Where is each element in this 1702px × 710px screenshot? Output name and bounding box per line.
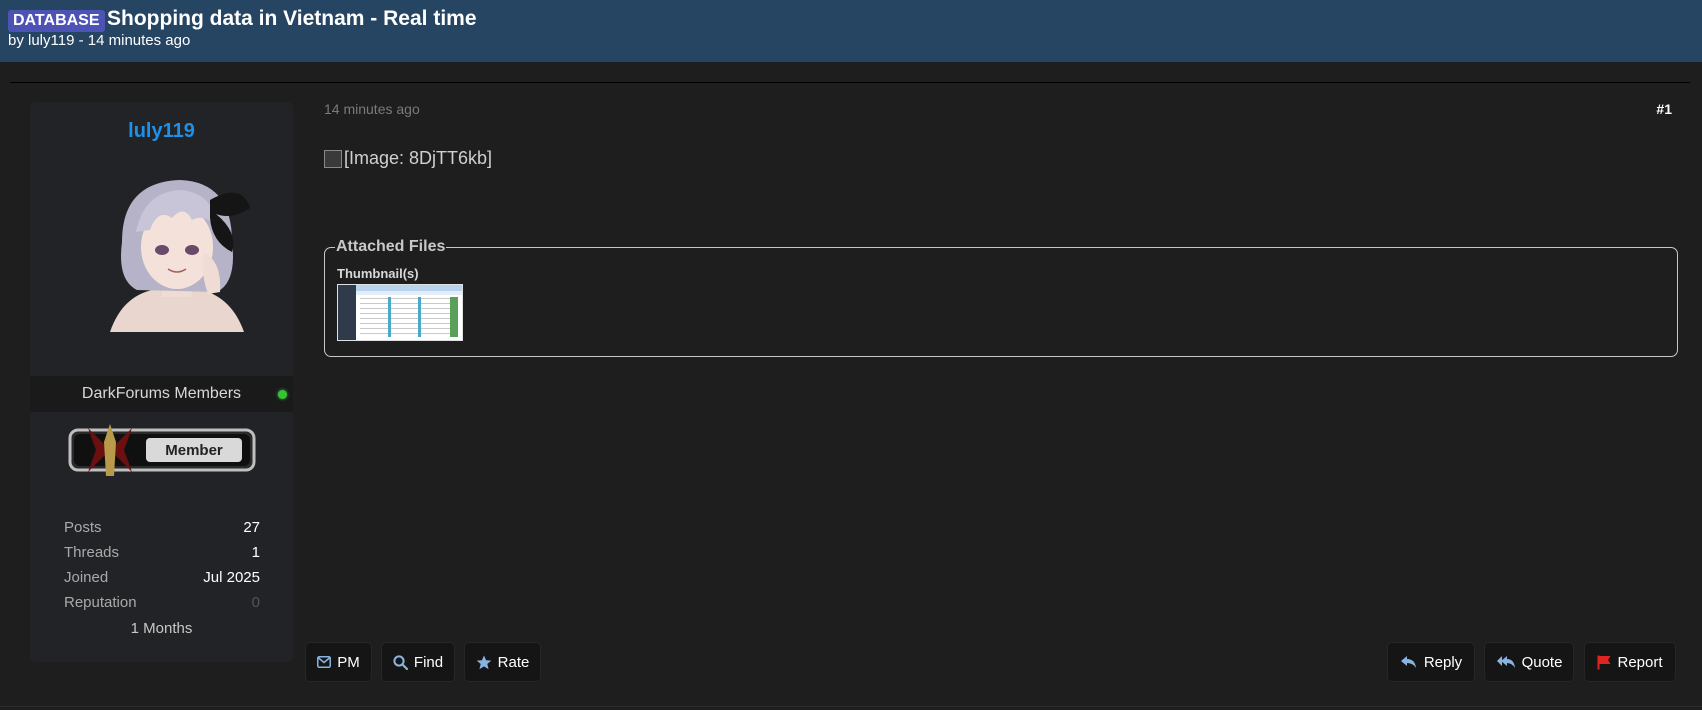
author-sidebar: luly119 DarkForums Members Member Posts … xyxy=(30,102,293,662)
pm-button[interactable]: PM xyxy=(305,642,372,682)
usergroup-label: DarkForums Members xyxy=(81,385,242,402)
stat-row-joined: Joined Jul 2025 xyxy=(64,569,260,594)
reply-icon xyxy=(1400,656,1416,668)
search-icon xyxy=(393,654,408,670)
reply-button[interactable]: Reply xyxy=(1387,642,1475,682)
thread-title: Shopping data in Vietnam - Real time xyxy=(107,7,477,30)
stat-value: Jul 2025 xyxy=(203,569,260,586)
member-rank-badge: Member xyxy=(68,424,256,476)
mail-icon xyxy=(317,656,332,668)
bottom-divider xyxy=(0,706,1702,707)
rank-badge-text: Member xyxy=(165,442,223,459)
stat-label: Threads xyxy=(64,544,120,561)
divider xyxy=(10,82,1690,83)
attachment-thumbnail[interactable] xyxy=(337,284,463,341)
flag-icon xyxy=(1597,655,1611,669)
post-timestamp: 14 minutes ago xyxy=(324,101,420,117)
reputation-value-link[interactable]: 0 xyxy=(252,594,260,619)
stat-label: Joined xyxy=(64,569,109,586)
quote-button-label: Quote xyxy=(1521,653,1563,671)
post-image: [Image: 8DjTT6kb] xyxy=(324,148,492,169)
author-stats: Posts 27 Threads 1 Joined Jul 2025 Reput… xyxy=(64,519,260,619)
membership-duration: 1 Months xyxy=(130,620,193,637)
attached-files-box: Attached Files Thumbnail(s) xyxy=(324,238,1678,357)
pm-button-label: PM xyxy=(337,653,360,671)
rate-button[interactable]: Rate xyxy=(464,642,541,682)
stat-value: 1 xyxy=(251,544,260,561)
thumbnails-label: Thumbnail(s) xyxy=(337,266,419,281)
broken-image-icon xyxy=(324,149,342,168)
reply-button-label: Reply xyxy=(1423,653,1463,671)
find-button-label: Find xyxy=(413,653,444,671)
report-button[interactable]: Report xyxy=(1584,642,1676,682)
rate-button-label: Rate xyxy=(497,653,530,671)
stat-label: Posts xyxy=(64,519,102,536)
attached-files-legend: Attached Files xyxy=(335,238,447,256)
thread-header: DATABASE Shopping data in Vietnam - Real… xyxy=(0,0,1702,62)
image-alt-text: [Image: 8DjTT6kb] xyxy=(344,148,493,168)
stat-label: Reputation xyxy=(64,594,137,611)
author-usergroup: DarkForums Members xyxy=(30,376,293,412)
stat-row-posts: Posts 27 xyxy=(64,519,260,544)
thread-byline: by luly119 - 14 minutes ago xyxy=(8,32,191,49)
stat-row-reputation: Reputation 0 xyxy=(64,594,260,619)
report-button-label: Report xyxy=(1617,653,1663,671)
stat-value: 27 xyxy=(243,519,260,536)
stat-row-threads: Threads 1 xyxy=(64,544,260,569)
thread-prefix-badge[interactable]: DATABASE xyxy=(8,10,105,32)
author-username-link[interactable]: luly119 xyxy=(30,120,293,143)
post-number-link[interactable]: #1 xyxy=(1656,101,1672,117)
author-avatar[interactable] xyxy=(92,172,262,332)
find-button[interactable]: Find xyxy=(381,642,455,682)
online-status-indicator xyxy=(278,390,287,399)
quote-button[interactable]: Quote xyxy=(1484,642,1574,682)
quote-icon xyxy=(1496,656,1515,668)
star-icon xyxy=(476,655,491,669)
